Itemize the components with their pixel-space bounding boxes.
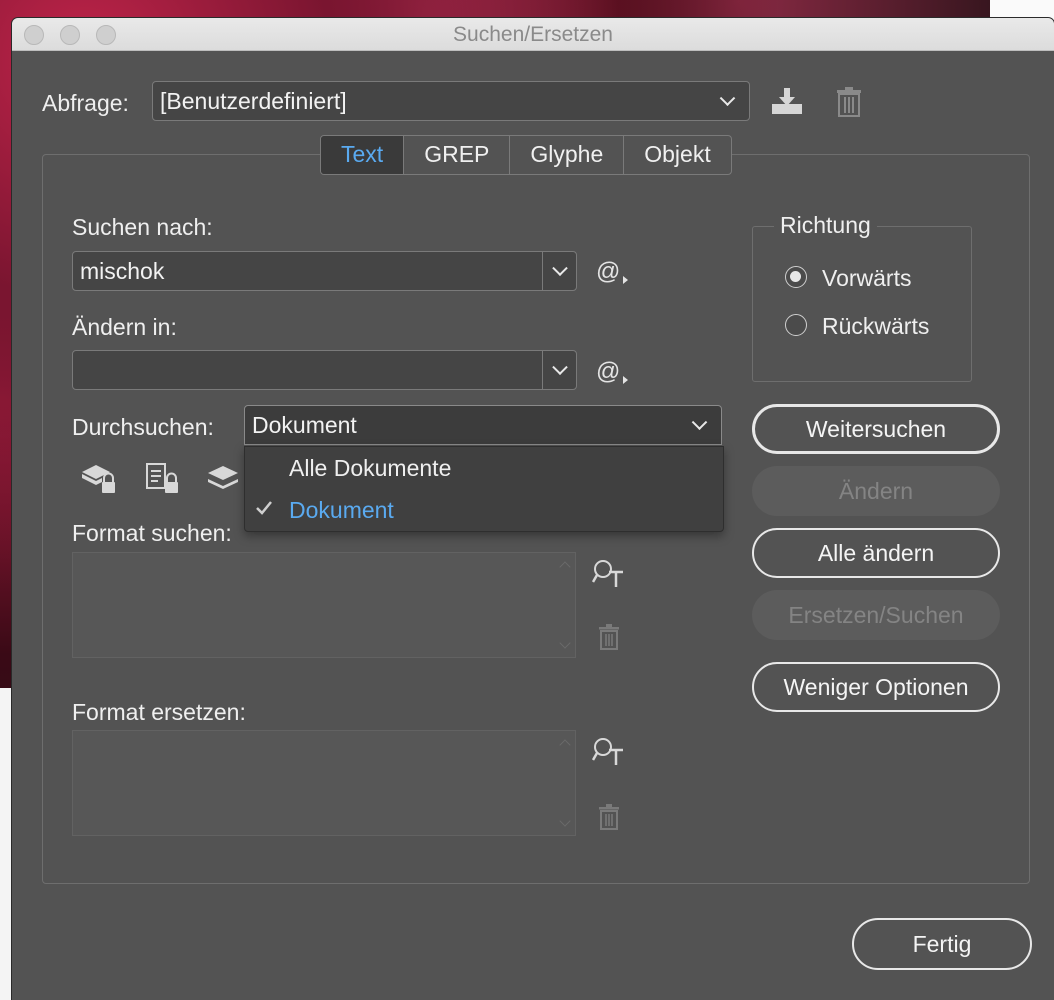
scroll-down-icon [559,815,571,827]
chevron-down-icon [551,359,568,376]
find-replace-dialog: Suchen/Ersetzen Abfrage: [Benutzerdefini… [12,18,1054,1000]
delete-query-icon[interactable] [836,86,862,118]
query-value: [Benutzerdefiniert] [160,88,347,114]
tab-object[interactable]: Objekt [623,136,730,174]
search-label: Suchen nach: [72,214,213,240]
scroll-up-icon [559,561,571,573]
chevron-down-icon [551,260,568,277]
scope-value: Dokument [252,412,357,438]
fewer-options-button[interactable]: Weniger Optionen [752,662,1000,712]
replace-history-button[interactable] [542,351,576,389]
save-query-icon[interactable] [770,86,804,116]
direction-title: Richtung [774,212,877,239]
background-window-edge [990,0,1054,20]
replace-label: Ändern in: [72,314,177,340]
query-select[interactable]: [Benutzerdefiniert] [152,81,750,121]
checkmark-icon [256,501,272,515]
search-history-button[interactable] [542,252,576,290]
search-type-tabs: Text GREP Glyphe Objekt [320,135,732,175]
scope-option-document[interactable]: Dokument [289,497,394,524]
specify-replace-format-icon[interactable] [592,736,626,766]
radio-forward[interactable] [785,266,807,288]
search-input[interactable]: mischok [72,251,577,291]
radio-forward-label[interactable]: Vorwärts [822,265,911,292]
replace-input[interactable] [72,350,577,390]
query-label: Abfrage: [42,90,129,116]
done-button[interactable]: Fertig [852,918,1032,970]
chevron-down-icon [719,90,736,107]
special-characters-search-icon[interactable]: @ [596,258,629,286]
include-locked-layers-icon[interactable] [80,462,118,496]
scroll-down-icon [559,637,571,649]
scope-select[interactable]: Dokument [244,405,722,445]
scope-option-all-documents[interactable]: Alle Dokumente [289,455,451,482]
search-value: mischok [80,258,165,284]
window-title: Suchen/Ersetzen [453,23,613,46]
format-search-label: Format suchen: [72,520,232,546]
background-window-edge [0,688,12,1000]
scope-dropdown-menu: Alle Dokumente Dokument [244,446,724,532]
tab-glyph[interactable]: Glyphe [509,136,623,174]
format-replace-box[interactable] [72,730,576,836]
scroll-up-icon [559,739,571,751]
title-bar: Suchen/Ersetzen [12,18,1054,51]
change-button[interactable]: Ändern [752,466,1000,516]
tab-grep[interactable]: GREP [403,136,509,174]
format-search-box[interactable] [72,552,576,658]
scope-label: Durchsuchen: [72,414,214,440]
include-locked-stories-icon[interactable] [144,462,182,496]
clear-replace-format-icon[interactable] [598,804,620,830]
tab-text[interactable]: Text [321,136,404,174]
radio-backward[interactable] [785,314,807,336]
direction-group [752,226,972,382]
clear-search-format-icon[interactable] [598,624,620,650]
format-replace-label: Format ersetzen: [72,699,246,725]
chevron-down-icon [691,414,708,431]
change-find-button[interactable]: Ersetzen/Suchen [752,590,1000,640]
change-all-button[interactable]: Alle ändern [752,528,1000,578]
specify-search-format-icon[interactable] [592,558,626,588]
include-hidden-layers-icon[interactable] [206,464,240,494]
find-next-button[interactable]: Weitersuchen [752,404,1000,454]
special-characters-replace-icon[interactable]: @ [596,358,629,386]
radio-backward-label[interactable]: Rückwärts [822,313,929,340]
